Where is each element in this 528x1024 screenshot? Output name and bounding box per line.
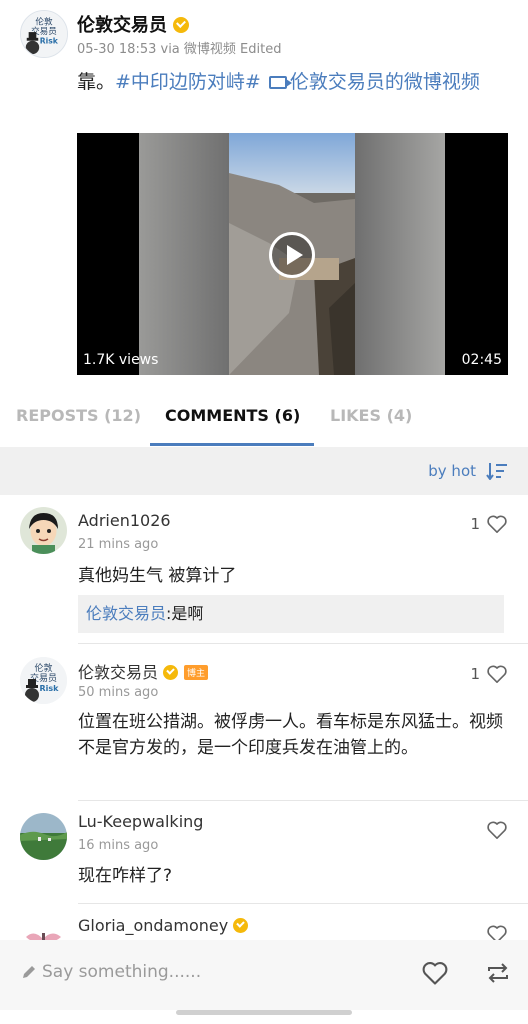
svg-text:伦敦: 伦敦 <box>35 15 53 27</box>
comment-divider <box>78 903 528 904</box>
play-icon[interactable] <box>269 232 315 278</box>
commenter-name[interactable]: Gloria_ondamoney <box>78 916 249 935</box>
post-text-prefix: 靠。 <box>77 71 116 93</box>
commenter-name-label[interactable]: Gloria_ondamoney <box>78 916 228 935</box>
video-icon <box>268 76 292 89</box>
commenter-name[interactable]: Lu-Keepwalking <box>78 812 203 831</box>
comment-compose-button[interactable]: Say something...... <box>22 962 201 982</box>
reply-preview[interactable]: 伦敦交易员:是啊 <box>78 595 504 633</box>
commenter-name[interactable]: Adrien1026 <box>78 511 171 530</box>
post-header: 伦敦 交易员 Risk 伦敦交易员 05-30 18:53 via 微博视频 E… <box>20 10 510 60</box>
tab-reposts[interactable]: REPOSTS (12) <box>16 406 141 425</box>
comment-text: 现在咋样了? <box>78 866 173 886</box>
active-tab-indicator <box>150 443 314 446</box>
comment-time: 21 mins ago <box>78 537 159 552</box>
verified-icon <box>233 918 249 933</box>
repost-icon[interactable] <box>485 960 511 986</box>
sort-bar: by hot <box>0 447 528 495</box>
heart-icon[interactable] <box>486 664 508 684</box>
post-text: 靠。#中印边防对峙# 伦敦交易员的微博视频 <box>77 67 507 97</box>
reply-text: :是啊 <box>166 604 204 623</box>
commenter-avatar[interactable] <box>20 813 67 860</box>
home-indicator <box>176 1010 352 1015</box>
video-views: 1.7K views <box>83 352 159 368</box>
post-meta: 05-30 18:53 via 微博视频 Edited <box>77 42 282 57</box>
commenter-name[interactable]: 伦敦交易员 博主 <box>78 659 209 683</box>
video-duration: 02:45 <box>461 352 502 368</box>
comment-divider <box>78 800 528 801</box>
like-count: 1 <box>470 515 480 533</box>
svg-text:Risk: Risk <box>40 37 59 46</box>
comment-divider <box>78 643 528 644</box>
comment-text: 位置在班公措湖。被俘虏一人。看车标是东风猛士。视频不是官方发的，是一个印度兵发在… <box>78 712 503 758</box>
like-count: 1 <box>470 665 480 683</box>
post-author-label[interactable]: 伦敦交易员 <box>77 15 167 36</box>
author-avatar[interactable]: 伦敦 交易员 Risk <box>20 10 68 58</box>
post-author-name[interactable]: 伦敦交易员 <box>77 11 189 37</box>
verified-icon <box>163 665 179 680</box>
heart-icon[interactable] <box>486 514 508 534</box>
comment-like-button[interactable]: 1 <box>470 512 508 536</box>
commenter-avatar[interactable] <box>20 507 67 554</box>
sort-icon[interactable] <box>486 462 508 480</box>
svg-text:伦敦: 伦敦 <box>34 662 52 674</box>
commenter-name-label[interactable]: 伦敦交易员 <box>78 663 158 682</box>
comment-like-button[interactable]: 1 <box>470 662 508 686</box>
tab-comments[interactable]: COMMENTS (6) <box>165 406 300 425</box>
video-player[interactable]: 1.7K views 02:45 <box>77 133 508 375</box>
pencil-icon <box>23 966 35 978</box>
like-heart-icon[interactable] <box>421 960 449 986</box>
commenter-avatar[interactable]: 伦敦 交易员 Risk <box>20 657 67 704</box>
bottom-action-bar: Say something...... <box>0 940 528 1010</box>
verified-icon <box>173 17 189 33</box>
comment-time: 16 mins ago <box>78 838 159 853</box>
comment-like-button[interactable] <box>486 818 508 842</box>
svg-text:Risk: Risk <box>40 684 60 693</box>
sort-button[interactable]: by hot <box>428 462 476 480</box>
compose-placeholder[interactable]: Say something...... <box>42 962 201 982</box>
tab-bar: REPOSTS (12) COMMENTS (6) LIKES (4) <box>0 388 528 446</box>
blogger-badge: 博主 <box>184 665 209 680</box>
video-link[interactable]: 伦敦交易员的微博视频 <box>290 71 480 93</box>
heart-icon[interactable] <box>486 820 508 840</box>
hashtag-link[interactable]: #中印边防对峙# <box>115 71 261 93</box>
tab-likes[interactable]: LIKES (4) <box>330 406 412 425</box>
comment-time: 50 mins ago <box>78 685 159 700</box>
comment-text: 真他妈生气 被算计了 <box>78 566 237 586</box>
reply-author[interactable]: 伦敦交易员 <box>86 604 166 623</box>
